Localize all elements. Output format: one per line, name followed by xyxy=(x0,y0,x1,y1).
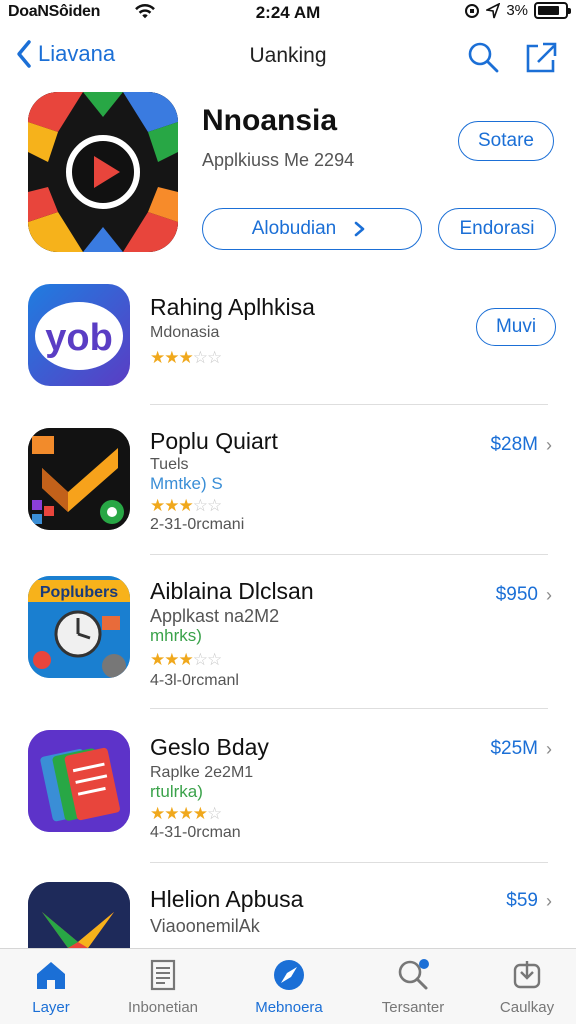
svg-text:yob: yob xyxy=(45,317,113,359)
tab-label: Inbonetian xyxy=(127,999,199,1016)
app-meta: 4-3l-0rcmanl xyxy=(150,672,239,689)
list-item[interactable]: yob Rahing Aplhkisa Mdonasia ★★★☆☆ Muvi xyxy=(0,282,576,402)
app-icon: Poplubers xyxy=(28,576,130,678)
app-icon xyxy=(28,428,130,530)
app-price: $25M xyxy=(490,738,538,759)
chevron-right-icon xyxy=(354,221,365,237)
list-item[interactable]: Geslo Bday Raplke 2e2M1 rtulrka) ★★★★☆ 4… xyxy=(0,730,576,860)
navigation-bar: Liavana Uanking xyxy=(0,30,576,82)
chevron-right-icon: › xyxy=(546,434,552,455)
yob-logo-icon: yob xyxy=(35,302,123,370)
tab-search[interactable]: Tersanter xyxy=(358,957,468,1016)
app-name: Rahing Aplhkisa xyxy=(150,294,315,320)
chevron-right-icon: › xyxy=(546,738,552,759)
app-tag: mhrks) xyxy=(150,626,202,645)
list-item[interactable]: Poplu Quiart Tuels Mmtke) S ★★★☆☆ 2-31-0… xyxy=(0,426,576,554)
app-meta: 2-31-0rcmani xyxy=(150,516,245,533)
tab-label: Mebnoera xyxy=(255,999,323,1016)
chevron-right-icon: › xyxy=(546,890,552,911)
app-action-button[interactable]: Muvi xyxy=(476,308,556,346)
app-tag: Mmtke) S xyxy=(150,474,223,493)
quiz-logo-icon xyxy=(28,428,130,530)
app-subtitle: Mdonasia xyxy=(150,324,220,341)
featured-top-button[interactable]: Sotare xyxy=(458,121,554,161)
play-logo-icon xyxy=(28,92,178,252)
app-price: $28M xyxy=(490,434,538,455)
app-subtitle: Applkast na2M2 xyxy=(150,606,280,626)
tab-explore[interactable]: Mebnoera xyxy=(234,957,344,1016)
rating-stars: ★★★☆☆ xyxy=(150,496,222,515)
app-subtitle: Raplke 2e2M1 xyxy=(150,764,254,781)
clock-game-icon: Poplubers xyxy=(28,576,130,678)
tab-label: Tersanter xyxy=(381,999,445,1016)
search-icon[interactable] xyxy=(466,40,500,74)
app-meta: 4-31-0rcman xyxy=(150,824,241,841)
app-price-button[interactable]: $25M › xyxy=(490,738,552,760)
compass-icon xyxy=(274,960,304,990)
app-subtitle: Tuels xyxy=(150,456,189,473)
app-name: Hlelion Apbusa xyxy=(150,886,304,912)
featured-app-subtitle: Applkiuss Me 2294 xyxy=(202,150,355,170)
status-right: 3% xyxy=(464,2,571,19)
tab-label: Caulkay xyxy=(499,999,555,1016)
cards-logo-icon xyxy=(28,730,130,832)
search-icon xyxy=(398,959,429,990)
tab-downloads[interactable]: Caulkay xyxy=(472,957,576,1016)
featured-app: Nnoansia Applkiuss Me 2294 Sotare Alobud… xyxy=(0,92,576,262)
tab-home[interactable]: Layer xyxy=(0,957,106,1016)
tab-documents[interactable]: Inbonetian xyxy=(108,957,218,1016)
app-price: $950 xyxy=(495,584,538,605)
divider xyxy=(150,554,548,555)
app-tag: rtulrka) xyxy=(150,782,203,801)
app-name: Aiblaina Dlclsan xyxy=(150,578,314,604)
svg-text:Poplubers: Poplubers xyxy=(40,584,118,601)
app-icon xyxy=(28,882,130,948)
location-icon xyxy=(486,2,501,18)
rating-stars: ★★★☆☆ xyxy=(150,348,222,367)
home-icon xyxy=(37,962,65,989)
app-icon: yob xyxy=(28,284,130,386)
rating-stars: ★★★★☆ xyxy=(150,804,222,823)
list-item[interactable]: Hlelion Apbusa ViaoonemilAk $59 › xyxy=(0,882,576,948)
battery-icon xyxy=(534,2,571,19)
app-icon xyxy=(28,730,130,832)
divider xyxy=(150,708,548,709)
download-icon xyxy=(513,961,541,989)
app-name: Geslo Bday xyxy=(150,734,269,760)
primary-button-label: Alobudian xyxy=(251,218,337,239)
share-icon[interactable] xyxy=(524,40,558,74)
app-price-button[interactable]: $950 › xyxy=(496,584,552,606)
divider xyxy=(150,862,548,863)
app-name: Poplu Quiart xyxy=(150,428,278,454)
document-icon xyxy=(150,959,176,991)
x-logo-icon xyxy=(28,882,130,948)
orientation-lock-icon xyxy=(465,3,480,18)
divider xyxy=(150,404,548,405)
app-subtitle: ViaoonemilAk xyxy=(150,916,260,936)
featured-secondary-button[interactable]: Endorasi xyxy=(438,208,556,250)
featured-app-name: Nnoansia xyxy=(202,104,338,137)
chevron-right-icon: › xyxy=(546,584,552,605)
app-price: $59 xyxy=(506,890,538,911)
featured-app-icon[interactable] xyxy=(28,92,178,252)
tab-bar: Layer Inbonetian Mebnoera Tersanter Caul… xyxy=(0,948,576,1024)
rating-stars: ★★★☆☆ xyxy=(150,650,222,669)
app-price-button[interactable]: $59 › xyxy=(506,890,552,912)
featured-primary-button[interactable]: Alobudian xyxy=(202,208,422,250)
list-item[interactable]: Poplubers Aiblaina Dlclsan Applkast na2M… xyxy=(0,576,576,706)
tab-label: Layer xyxy=(32,999,70,1016)
status-bar: DoaNSôiden 2:24 AM 3% xyxy=(0,0,576,26)
app-price-button[interactable]: $28M › xyxy=(490,434,552,456)
battery-percent: 3% xyxy=(506,2,528,19)
